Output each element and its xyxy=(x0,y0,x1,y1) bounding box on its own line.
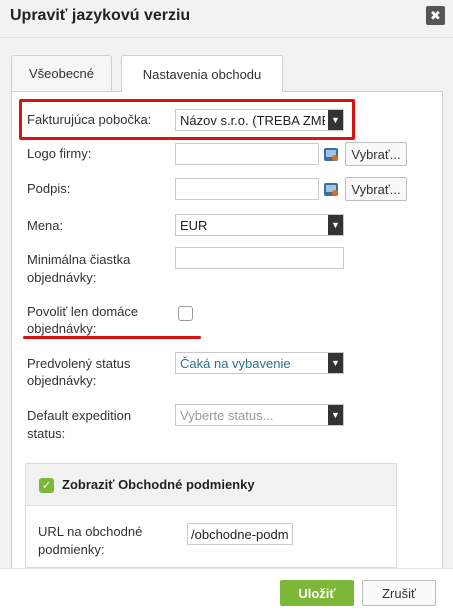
branch-select[interactable]: Názov s.r.o. (TREBA ZME ▼ xyxy=(175,109,344,131)
tab-shop-settings[interactable]: Nastavenia obchodu xyxy=(121,55,283,92)
close-icon[interactable]: ✖ xyxy=(426,6,445,25)
min-order-label-line1: Minimálna čiastka xyxy=(27,252,131,267)
expedition-status-label-line1: Default expedition xyxy=(27,408,132,423)
chevron-down-icon: ▼ xyxy=(328,110,343,130)
default-status-label-line2: objednávky: xyxy=(27,373,97,388)
tab-general[interactable]: Všeobecné xyxy=(11,55,112,91)
terms-url-value: /obchodne-podm xyxy=(191,527,289,542)
annotation-underline xyxy=(23,336,201,339)
expedition-status-select[interactable]: Vyberte status... ▼ xyxy=(175,404,344,426)
terms-section-title: Zobraziť Obchodné podmienky xyxy=(62,477,255,492)
image-icon[interactable] xyxy=(324,148,338,161)
chevron-down-icon: ▼ xyxy=(328,405,343,425)
chevron-down-icon: ▼ xyxy=(328,353,343,373)
default-status-label-line1: Predvolený status xyxy=(27,356,131,371)
terms-url-input[interactable]: /obchodne-podm xyxy=(187,523,293,545)
signature-label: Podpis: xyxy=(27,181,71,196)
min-order-input[interactable] xyxy=(175,247,344,269)
logo-input[interactable] xyxy=(175,143,319,165)
default-status-select-value: Čaká na vybavenie xyxy=(180,356,291,371)
branch-select-value: Názov s.r.o. (TREBA ZME xyxy=(180,113,325,128)
signature-input[interactable] xyxy=(175,178,319,200)
dialog-title: Upraviť jazykovú verziu xyxy=(10,7,191,24)
currency-label: Mena: xyxy=(27,218,64,233)
image-icon[interactable] xyxy=(324,183,338,196)
currency-select[interactable]: EUR ▼ xyxy=(175,214,344,236)
logo-select-button[interactable]: Vybrať... xyxy=(345,142,407,166)
chevron-down-icon: ▼ xyxy=(328,215,343,235)
logo-label: Logo firmy: xyxy=(27,146,92,161)
save-button[interactable]: Uložiť xyxy=(280,580,354,606)
domestic-only-checkbox[interactable] xyxy=(178,306,193,321)
dialog-header: Upraviť jazykovú verziu ✖ xyxy=(0,0,453,38)
expedition-status-placeholder: Vyberte status... xyxy=(180,408,274,423)
branch-label: Fakturujúca pobočka: xyxy=(27,112,152,127)
dialog-footer: Uložiť Zrušiť xyxy=(0,568,453,612)
currency-select-value: EUR xyxy=(180,218,208,233)
expedition-status-label-line2: status: xyxy=(27,426,66,441)
signature-select-button[interactable]: Vybrať... xyxy=(345,177,407,201)
min-order-label-line2: objednávky: xyxy=(27,270,97,285)
checkmark-icon[interactable]: ✓ xyxy=(39,478,54,493)
terms-url-label-line2: podmienky: xyxy=(38,542,105,557)
cancel-button[interactable]: Zrušiť xyxy=(362,580,436,606)
terms-section: ✓ Zobraziť Obchodné podmienky URL na obc… xyxy=(25,463,397,568)
terms-section-header: ✓ Zobraziť Obchodné podmienky xyxy=(26,464,396,506)
domestic-only-label-line1: Povoliť len domáce xyxy=(27,304,139,319)
default-status-select[interactable]: Čaká na vybavenie ▼ xyxy=(175,352,344,374)
terms-url-label-line1: URL na obchodné xyxy=(38,524,143,539)
